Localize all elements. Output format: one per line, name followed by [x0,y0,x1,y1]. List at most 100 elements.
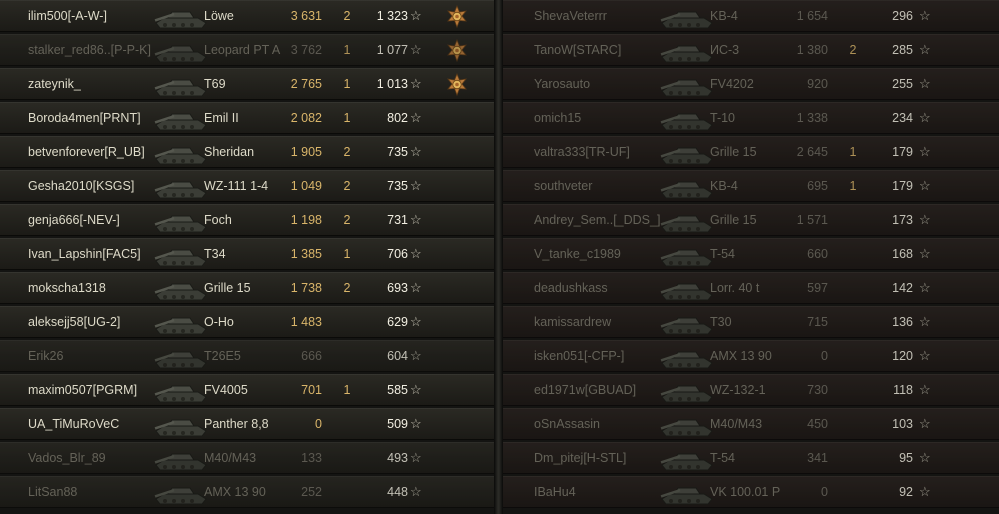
player-row[interactable]: deadushkass Lorr. 40 t 597 142 ☆ [503,272,999,304]
player-name[interactable]: valtra333[TR-UF] [534,136,630,168]
kills-count: 1 [849,179,857,193]
kills-count: 1 [343,111,351,125]
player-name[interactable]: aleksejj58[UG-2] [28,306,120,338]
player-name[interactable]: betvenforever[R_UB] [28,136,145,168]
player-name[interactable]: TanoW[STARC] [534,34,621,66]
player-name[interactable]: Gesha2010[KSGS] [28,170,134,202]
tank-name: T26E5 [204,349,241,363]
player-row[interactable]: Yarosauto FV4202 920 255 ☆ [503,68,999,100]
player-row[interactable]: mokscha1318 Grille 15 1 738 2 693 ☆ [0,272,494,304]
player-row[interactable]: Andrey_Sem..[_DDS_] Grille 15 1 571 173 ☆ [503,204,999,236]
player-row[interactable]: omich15 T-10 1 338 234 ☆ [503,102,999,134]
player-row[interactable]: oSnAssasin M40/M43 450 103 ☆ [503,408,999,440]
player-row[interactable]: southveter KB-4 695 1 179 ☆ [503,170,999,202]
player-row[interactable]: betvenforever[R_UB] Sheridan 1 905 2 735 ☆ [0,136,494,168]
xp-value: 731 [387,213,408,227]
player-row[interactable]: maxim0507[PGRM] FV4005 701 1 585 ☆ [0,374,494,406]
player-name[interactable]: LitSan88 [28,476,77,508]
player-name[interactable]: ed1971w[GBUAD] [534,374,636,406]
player-name[interactable]: Ivan_Lapshin[FAC5] [28,238,141,270]
damage-value: 1 571 [796,213,828,227]
player-name[interactable]: zateynik_ [28,68,81,100]
tank-name: T-54 [710,247,736,261]
player-name[interactable]: ShevaVeterrr [534,0,607,32]
player-name[interactable]: Yarosauto [534,68,590,100]
tank-silhouette-icon [656,239,718,269]
player-name[interactable]: isken051[-CFP-] [534,340,624,372]
player-row[interactable]: Vados_Blr_89 M40/M43 133 493 ☆ [0,442,494,474]
player-name[interactable]: kamissardrew [534,306,611,338]
player-name[interactable]: UA_TiMuRoVeC [28,408,119,440]
player-row[interactable]: stalker_red86..[P-P-K] Leopard PT A 3 762 1… [0,34,494,66]
tank-silhouette-icon [150,341,212,371]
player-name[interactable]: Dm_pitej[H-STL] [534,442,626,474]
player-row[interactable]: TanoW[STARC] ИС-3 1 380 2 285 ☆ [503,34,999,66]
player-row[interactable]: isken051[-CFP-] AMX 13 90 0 120 ☆ [503,340,999,372]
tank-name: FV4005 [204,383,248,397]
xp-value: 103 [892,417,913,431]
player-row[interactable]: ShevaVeterrr KB-4 1 654 296 ☆ [503,0,999,32]
xp-value: 136 [892,315,913,329]
damage-value: 660 [807,247,828,261]
player-name[interactable]: maxim0507[PGRM] [28,374,137,406]
xp-value: 168 [892,247,913,261]
player-name[interactable]: IBaHu4 [534,476,576,508]
player-name[interactable]: stalker_red86..[P-P-K] [28,34,151,66]
tank-name: KB-4 [710,9,738,23]
xp-value: 120 [892,349,913,363]
player-row[interactable]: genja666[-NEV-] Foch 1 198 2 731 ☆ [0,204,494,236]
damage-value: 1 483 [290,315,322,329]
star-icon: ☆ [410,450,422,465]
tank-silhouette-icon [150,171,212,201]
tank-name: M40/M43 [710,417,763,431]
damage-value: 1 338 [796,111,828,125]
kills-count: 1 [343,383,351,397]
player-name[interactable]: Boroda4men[PRNT] [28,102,141,134]
damage-value: 1 905 [290,145,322,159]
tank-silhouette-icon [656,375,718,405]
star-icon: ☆ [919,212,931,227]
player-row[interactable]: IBaHu4 VK 100.01 P 0 92 ☆ [503,476,999,508]
player-name[interactable]: deadushkass [534,272,608,304]
player-row[interactable]: kamissardrew T30 715 136 ☆ [503,306,999,338]
player-row[interactable]: zateynik_ T69 2 765 1 1 013 ☆ [0,68,494,100]
player-row[interactable]: Dm_pitej[H-STL] T-54 341 95 ☆ [503,442,999,474]
tank-silhouette-icon [150,1,212,31]
player-row[interactable]: Ivan_Lapshin[FAC5] T34 1 385 1 706 ☆ [0,238,494,270]
star-icon: ☆ [919,382,931,397]
xp-value: 285 [892,43,913,57]
star-icon: ☆ [410,348,422,363]
star-icon: ☆ [410,110,422,125]
player-row[interactable]: Boroda4men[PRNT] Emil II 2 082 1 802 ☆ [0,102,494,134]
player-name[interactable]: southveter [534,170,592,202]
tank-name: Grille 15 [710,213,757,227]
star-icon: ☆ [410,416,422,431]
player-row[interactable]: LitSan88 AMX 13 90 252 448 ☆ [0,476,494,508]
player-name[interactable]: V_tanke_c1989 [534,238,621,270]
player-name[interactable]: mokscha1318 [28,272,106,304]
player-row[interactable]: Erik26 T26E5 666 604 ☆ [0,340,494,372]
player-row[interactable]: aleksejj58[UG-2] O-Ho 1 483 629 ☆ [0,306,494,338]
player-name[interactable]: ilim500[-A-W-] [28,0,107,32]
xp-value: 255 [892,77,913,91]
player-name[interactable]: oSnAssasin [534,408,600,440]
player-name[interactable]: omich15 [534,102,581,134]
damage-value: 1 198 [290,213,322,227]
player-row[interactable]: Gesha2010[KSGS] WZ-111 1-4 1 049 2 735 ☆ [0,170,494,202]
player-name[interactable]: genja666[-NEV-] [28,204,120,236]
player-row[interactable]: ilim500[-A-W-] Löwe 3 631 2 1 323 ☆ [0,0,494,32]
tank-name: Emil II [204,111,239,125]
player-row[interactable]: valtra333[TR-UF] Grille 15 2 645 1 179 ☆ [503,136,999,168]
player-row[interactable]: UA_TiMuRoVeC Panther 8,8 0 509 ☆ [0,408,494,440]
xp-value: 179 [892,179,913,193]
player-name[interactable]: Andrey_Sem..[_DDS_] [534,204,660,236]
kills-count: 2 [343,213,351,227]
player-row[interactable]: ed1971w[GBUAD] WZ-132-1 730 118 ☆ [503,374,999,406]
player-name[interactable]: Vados_Blr_89 [28,442,106,474]
player-name[interactable]: Erik26 [28,340,63,372]
right-team-table: ShevaVeterrr KB-4 1 654 296 ☆ TanoW[STARC] ИС-… [503,0,999,514]
xp-value: 142 [892,281,913,295]
tank-silhouette-icon [656,69,718,99]
player-row[interactable]: V_tanke_c1989 T-54 660 168 ☆ [503,238,999,270]
star-icon: ☆ [919,246,931,261]
